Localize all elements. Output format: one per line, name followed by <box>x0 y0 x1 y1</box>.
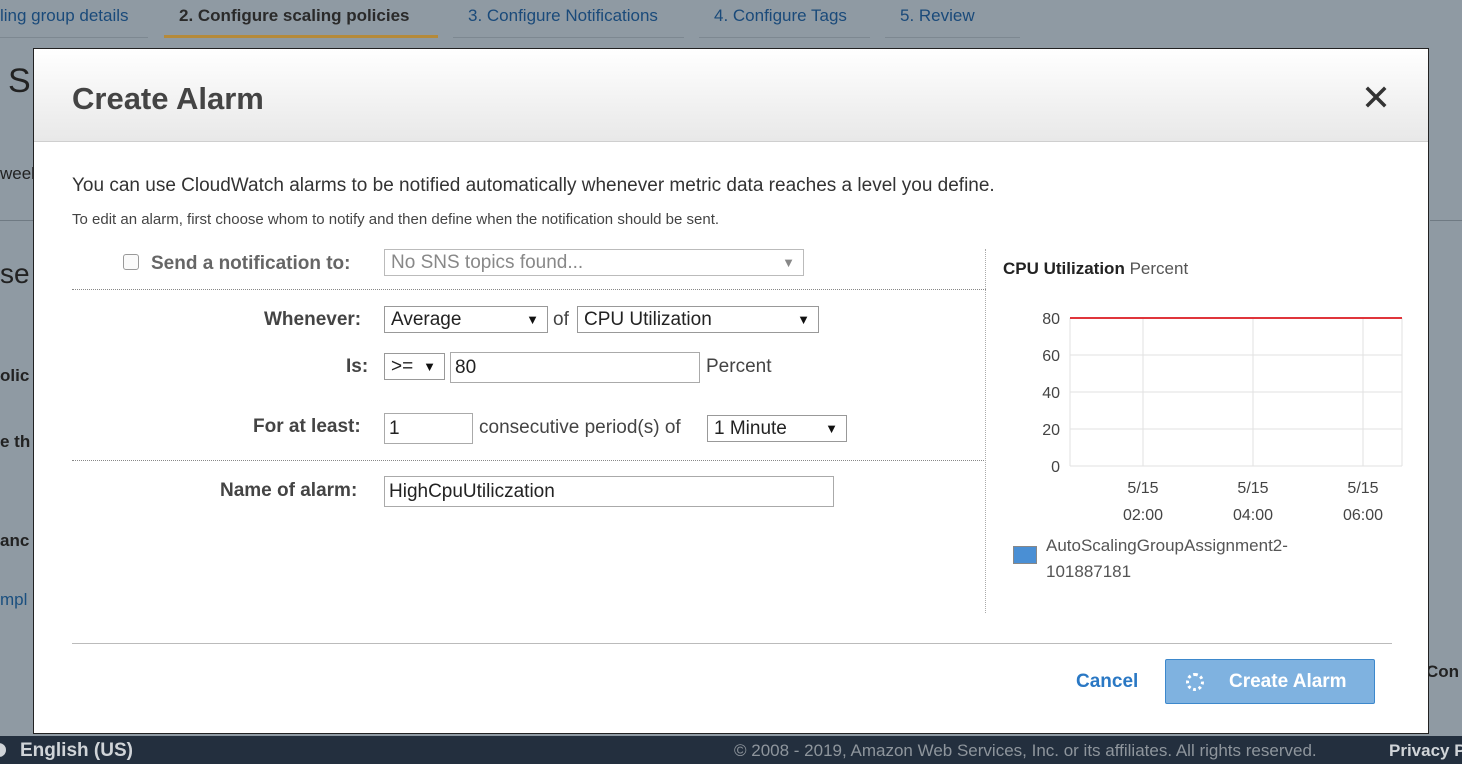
metric-select[interactable]: CPU Utilization ▼ <box>577 306 819 333</box>
create-alarm-button[interactable]: Create Alarm <box>1165 659 1375 704</box>
alarm-name-input[interactable] <box>384 476 834 507</box>
create-alarm-label: Create Alarm <box>1229 671 1347 692</box>
bg-text-fragment: olic <box>0 366 30 385</box>
chart-divider <box>985 249 986 613</box>
y-tick-label: 0 <box>1051 459 1060 476</box>
sns-topic-select[interactable]: No SNS topics found... ▼ <box>384 249 804 276</box>
period-length-value: 1 Minute <box>714 418 787 439</box>
chevron-down-icon: ▼ <box>782 255 795 270</box>
y-tick-label: 60 <box>1042 348 1060 365</box>
chevron-down-icon: ▼ <box>526 312 539 327</box>
dialog-header: Create Alarm <box>34 49 1428 142</box>
bg-text-fragment: anc <box>0 531 30 550</box>
metric-value: CPU Utilization <box>584 309 712 330</box>
privacy-link[interactable]: Privacy P <box>1389 741 1462 761</box>
cancel-button[interactable]: Cancel <box>1076 671 1138 693</box>
y-tick-label: 80 <box>1042 311 1060 328</box>
tab-group-details[interactable]: ling group details <box>0 6 129 26</box>
for-at-least-label: For at least: <box>253 416 361 437</box>
x-tick-time-label: 04:00 <box>1233 507 1273 524</box>
section-divider <box>72 460 986 461</box>
x-tick-time-label: 06:00 <box>1343 507 1383 524</box>
sns-topic-value: No SNS topics found... <box>391 252 584 273</box>
loading-spinner-icon <box>1186 673 1204 691</box>
x-tick-date-label: 5/15 <box>1237 480 1268 497</box>
operator-select[interactable]: >= ▼ <box>384 353 445 380</box>
y-tick-label: 40 <box>1042 385 1060 402</box>
bg-text-fragment: e th <box>0 432 31 451</box>
chevron-down-icon: ▼ <box>423 359 436 374</box>
bg-text-fragment: weel <box>0 164 35 183</box>
x-tick-time-label: 02:00 <box>1123 507 1163 524</box>
globe-icon[interactable] <box>0 743 6 757</box>
x-tick-date-label: 5/15 <box>1127 480 1158 497</box>
bg-heading-fragment: S <box>8 62 31 100</box>
close-icon[interactable] <box>1364 85 1388 109</box>
bg-divider <box>0 220 36 221</box>
legend-label-line2: 101887181 <box>1046 562 1132 581</box>
chart-legend: AutoScalingGroupAssignment2- 101887181 <box>1046 533 1326 585</box>
send-notification-label: Send a notification to: <box>151 253 351 274</box>
period-length-select[interactable]: 1 Minute ▼ <box>707 415 847 442</box>
legend-label-line1: AutoScalingGroupAssignment2- <box>1046 536 1288 555</box>
tab-configure-tags[interactable]: 4. Configure Tags <box>714 6 847 26</box>
copyright-text: © 2008 - 2019, Amazon Web Services, Inc.… <box>734 741 1317 760</box>
tab-configure-scaling-policies[interactable]: 2. Configure scaling policies <box>179 6 410 26</box>
statistic-value: Average <box>391 309 462 330</box>
send-notification-checkbox[interactable] <box>123 254 139 270</box>
chevron-down-icon: ▼ <box>797 312 810 327</box>
subintro-text: To edit an alarm, first choose whom to n… <box>72 211 720 228</box>
periods-input[interactable] <box>384 413 473 444</box>
legend-swatch <box>1013 546 1037 564</box>
cpu-utilization-chart: 80 60 40 20 0 5/15 02:00 5/15 04:00 5/15 06:00 <box>1042 311 1403 524</box>
dialog-footer-divider <box>72 643 1392 644</box>
operator-value: >= <box>391 356 414 377</box>
threshold-unit: Percent <box>706 356 772 377</box>
section-divider <box>72 289 986 290</box>
is-label: Is: <box>346 356 369 377</box>
y-tick-label: 20 <box>1042 422 1060 439</box>
whenever-label: Whenever: <box>264 309 362 330</box>
tab-configure-notifications[interactable]: 3. Configure Notifications <box>468 6 658 26</box>
active-tab-underline <box>164 35 438 38</box>
bg-link-fragment[interactable]: mpl <box>0 590 27 610</box>
tab-line <box>885 37 1020 38</box>
dialog-title: Create Alarm <box>72 81 264 116</box>
of-text: of <box>553 309 569 330</box>
tab-line <box>453 37 684 38</box>
alarm-name-label: Name of alarm: <box>220 480 358 501</box>
intro-text: You can use CloudWatch alarms to be noti… <box>72 175 995 196</box>
language-selector[interactable]: English (US) <box>20 740 133 762</box>
tab-review[interactable]: 5. Review <box>900 6 975 26</box>
create-alarm-dialog: Create Alarm You can use CloudWatch alar… <box>33 48 1429 734</box>
bg-divider <box>1430 220 1462 221</box>
chevron-down-icon: ▼ <box>825 421 838 436</box>
page-footer: English (US) © 2008 - 2019, Amazon Web S… <box>0 736 1462 764</box>
statistic-select[interactable]: Average ▼ <box>384 306 548 333</box>
x-tick-date-label: 5/15 <box>1347 480 1378 497</box>
tab-line <box>699 37 870 38</box>
threshold-input[interactable] <box>450 352 700 383</box>
periods-text: consecutive period(s) of <box>479 417 681 438</box>
bg-button-fragment[interactable]: Con <box>1426 662 1459 682</box>
tab-line <box>0 37 148 38</box>
bg-heading-fragment: se <box>0 258 30 289</box>
background-tabs: ling group details 2. Configure scaling … <box>0 0 1462 38</box>
